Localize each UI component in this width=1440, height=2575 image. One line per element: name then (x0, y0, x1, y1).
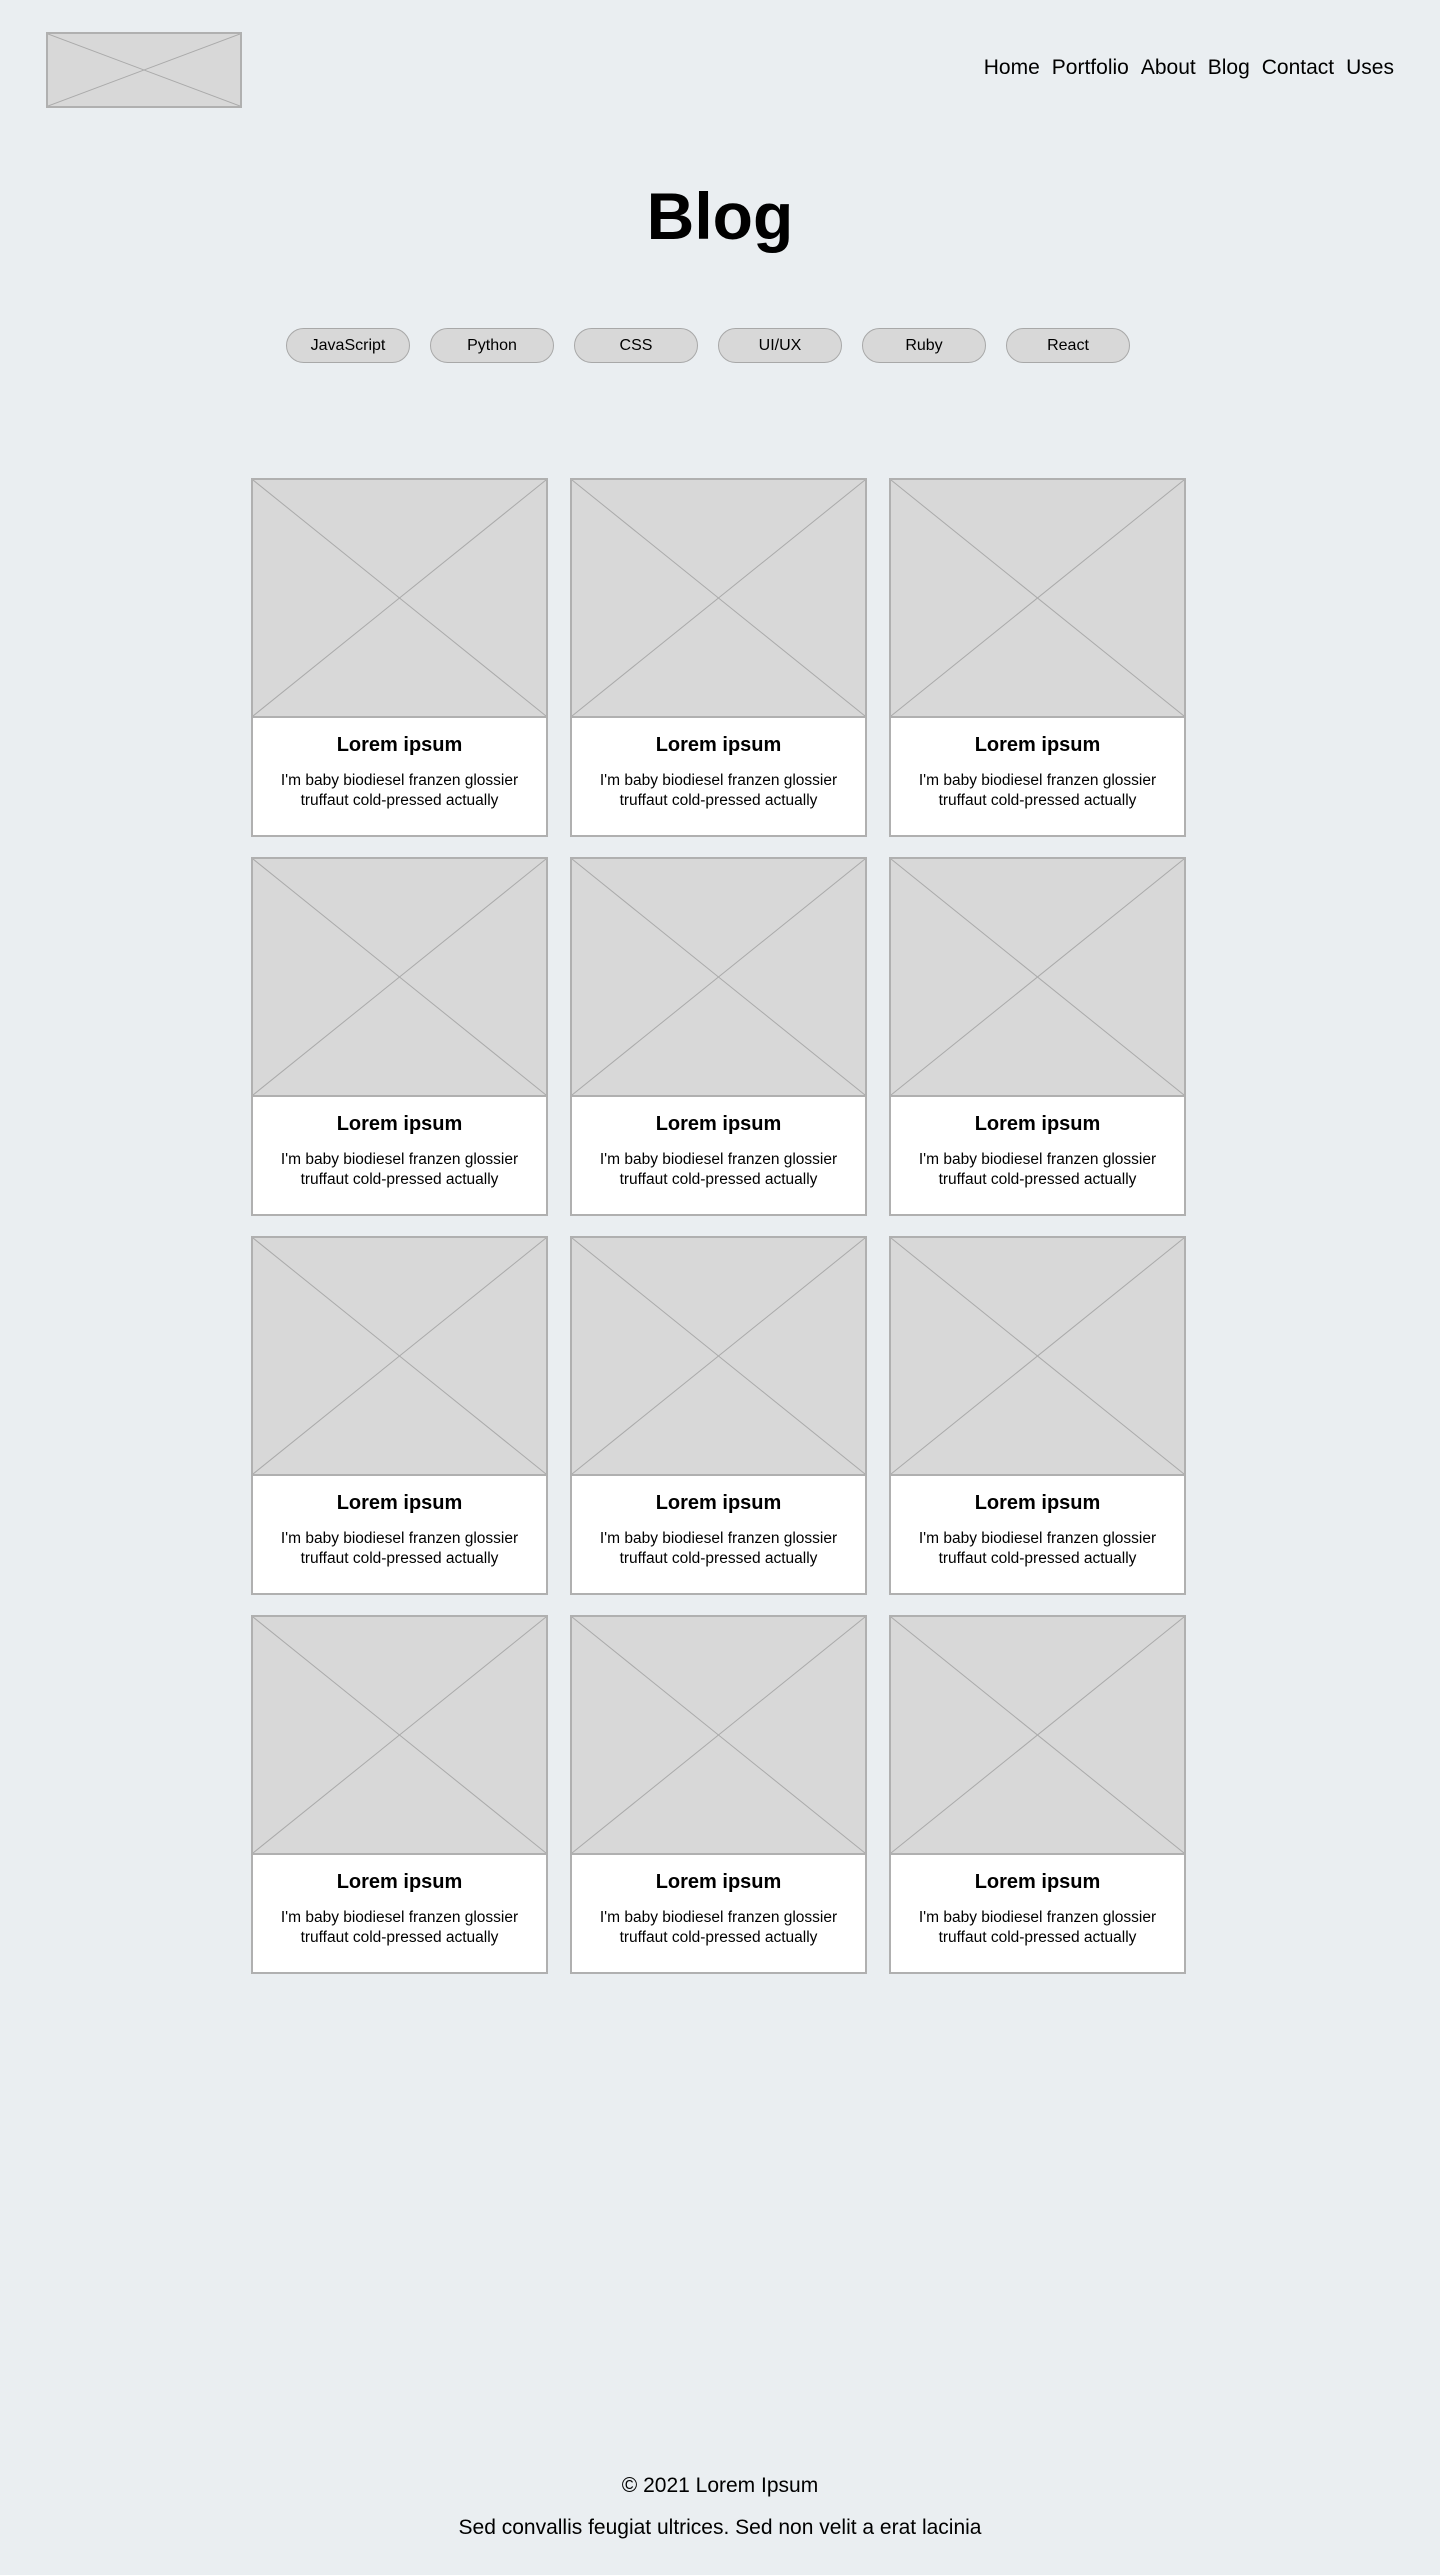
post-image (572, 1617, 865, 1855)
post-title: Lorem ipsum (655, 1492, 782, 1514)
image-placeholder-icon (572, 480, 865, 716)
image-placeholder-icon (891, 859, 1184, 1095)
post-image (891, 859, 1184, 1097)
post-card[interactable]: Lorem ipsum I'm baby biodiesel franzen gl… (251, 857, 548, 1216)
page-title: Blog (646, 179, 794, 253)
post-excerpt: I'm baby biodiesel franzen glossier truf… (280, 1151, 519, 1188)
post-excerpt: I'm baby biodiesel franzen glossier truf… (599, 1909, 838, 1946)
post-image (891, 1617, 1184, 1855)
post-title: Lorem ipsum (655, 1113, 782, 1135)
post-title: Lorem ipsum (974, 1871, 1101, 1893)
tag-pill[interactable]: UI/UX (718, 328, 842, 363)
image-placeholder-icon (572, 859, 865, 1095)
nav-blog[interactable]: Blog (1208, 56, 1250, 80)
post-grid: Lorem ipsum I'm baby biodiesel franzen gl… (251, 478, 1186, 1974)
post-card[interactable]: Lorem ipsum I'm baby biodiesel franzen gl… (251, 1236, 548, 1595)
post-card[interactable]: Lorem ipsum I'm baby biodiesel franzen gl… (570, 1615, 867, 1974)
image-placeholder-icon (891, 480, 1184, 716)
image-placeholder-icon (891, 1617, 1184, 1853)
post-card[interactable]: Lorem ipsum I'm baby biodiesel franzen gl… (889, 1615, 1186, 1974)
post-card[interactable]: Lorem ipsum I'm baby biodiesel franzen gl… (570, 857, 867, 1216)
nav-portfolio[interactable]: Portfolio (1052, 56, 1129, 80)
nav-home[interactable]: Home (984, 56, 1040, 80)
nav-contact[interactable]: Contact (1262, 56, 1334, 80)
post-title: Lorem ipsum (974, 1492, 1101, 1514)
image-placeholder-icon (253, 1238, 546, 1474)
post-card[interactable]: Lorem ipsum I'm baby biodiesel franzen gl… (889, 478, 1186, 837)
post-card[interactable]: Lorem ipsum I'm baby biodiesel franzen gl… (251, 1615, 548, 1974)
post-card[interactable]: Lorem ipsum I'm baby biodiesel franzen gl… (251, 478, 548, 837)
post-card[interactable]: Lorem ipsum I'm baby biodiesel franzen gl… (889, 1236, 1186, 1595)
post-card[interactable]: Lorem ipsum I'm baby biodiesel franzen gl… (570, 1236, 867, 1595)
image-placeholder-icon (253, 480, 546, 716)
post-excerpt: I'm baby biodiesel franzen glossier truf… (918, 1530, 1157, 1567)
post-excerpt: I'm baby biodiesel franzen glossier truf… (599, 1530, 838, 1567)
image-placeholder-icon (891, 1238, 1184, 1474)
tag-pill[interactable]: JavaScript (286, 328, 410, 363)
post-title: Lorem ipsum (655, 734, 782, 756)
post-excerpt: I'm baby biodiesel franzen glossier truf… (599, 1151, 838, 1188)
post-title: Lorem ipsum (655, 1871, 782, 1893)
tag-filter-list: JavaScript Python CSS UI/UX Ruby React (286, 328, 1130, 363)
footer-tagline: Sed convallis feugiat ultrices. Sed non … (458, 2516, 982, 2539)
post-title: Lorem ipsum (974, 734, 1101, 756)
post-image (253, 1617, 546, 1855)
main-nav: Home Portfolio About Blog Contact Uses (984, 56, 1394, 80)
post-excerpt: I'm baby biodiesel franzen glossier truf… (280, 1530, 519, 1567)
post-image (891, 480, 1184, 718)
post-image (572, 480, 865, 718)
footer: © 2021 Lorem Ipsum Sed convallis feugiat… (0, 2474, 1440, 2540)
logo-placeholder-image[interactable] (46, 32, 242, 108)
tag-pill[interactable]: Python (430, 328, 554, 363)
post-excerpt: I'm baby biodiesel franzen glossier truf… (280, 1909, 519, 1946)
image-placeholder-icon (572, 1617, 865, 1853)
post-image (891, 1238, 1184, 1476)
post-title: Lorem ipsum (336, 1492, 463, 1514)
post-card[interactable]: Lorem ipsum I'm baby biodiesel franzen gl… (570, 478, 867, 837)
post-excerpt: I'm baby biodiesel franzen glossier truf… (918, 1151, 1157, 1188)
post-excerpt: I'm baby biodiesel franzen glossier truf… (599, 772, 838, 809)
tag-pill[interactable]: React (1006, 328, 1130, 363)
nav-uses[interactable]: Uses (1346, 56, 1394, 80)
post-excerpt: I'm baby biodiesel franzen glossier truf… (918, 772, 1157, 809)
post-title: Lorem ipsum (336, 734, 463, 756)
image-placeholder-icon (253, 1617, 546, 1853)
post-card[interactable]: Lorem ipsum I'm baby biodiesel franzen gl… (889, 857, 1186, 1216)
post-excerpt: I'm baby biodiesel franzen glossier truf… (280, 772, 519, 809)
post-image (253, 859, 546, 1097)
post-image (253, 1238, 546, 1476)
image-placeholder-icon (253, 859, 546, 1095)
post-title: Lorem ipsum (336, 1871, 463, 1893)
nav-about[interactable]: About (1141, 56, 1196, 80)
post-excerpt: I'm baby biodiesel franzen glossier truf… (918, 1909, 1157, 1946)
image-placeholder-icon (572, 1238, 865, 1474)
tag-pill[interactable]: Ruby (862, 328, 986, 363)
post-image (572, 1238, 865, 1476)
post-title: Lorem ipsum (336, 1113, 463, 1135)
post-title: Lorem ipsum (974, 1113, 1101, 1135)
footer-copyright: © 2021 Lorem Ipsum (621, 2474, 819, 2497)
post-image (572, 859, 865, 1097)
post-image (253, 480, 546, 718)
tag-pill[interactable]: CSS (574, 328, 698, 363)
